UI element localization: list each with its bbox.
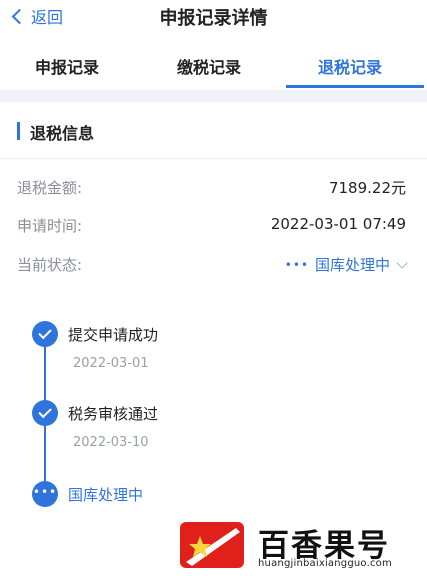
refund-amount-value: 7189.22元: [328, 179, 406, 197]
step-current-icon: •••: [32, 481, 58, 507]
page-title: 申报记录详情: [159, 8, 268, 29]
active-tab-indicator: [286, 85, 424, 88]
status-label: 当前状态:: [17, 256, 83, 274]
tab-refund-records[interactable]: 退税记录: [318, 54, 382, 78]
tab-separator: [0, 90, 427, 102]
refund-amount-label: 退税金额:: [17, 179, 83, 197]
chevron-down-icon: [396, 256, 408, 269]
check-icon: [38, 325, 52, 340]
step-title: 税务审核通过: [68, 405, 159, 423]
divider: [0, 158, 427, 159]
step-date: 2022-03-10: [73, 435, 149, 450]
apply-time-label: 申请时间:: [17, 217, 83, 235]
navigation-bar: 返回 申报记录详情: [0, 0, 427, 38]
step-title: 提交申请成功: [68, 326, 159, 344]
section-title: 退税信息: [30, 124, 95, 143]
watermark-url: huangjinbaixiangguo.com: [258, 558, 392, 569]
ellipsis-icon: •••: [32, 485, 58, 499]
status-dropdown[interactable]: ••• 国库处理中: [284, 254, 408, 275]
apply-time-value: 2022-03-01 07:49: [270, 215, 406, 233]
step-title-current: 国库处理中: [68, 486, 144, 504]
step-date: 2022-03-01: [73, 356, 149, 371]
check-icon: [38, 404, 52, 419]
watermark: 百香果号 huangjinbaixiangguo.com: [180, 520, 415, 572]
watermark-logo-icon: [180, 522, 244, 568]
status-value: 国库处理中: [314, 256, 390, 274]
step-done-icon: [32, 400, 58, 426]
tab-tax-payment-records[interactable]: 缴税记录: [177, 54, 241, 78]
tab-declaration-records[interactable]: 申报记录: [35, 54, 99, 78]
section-marker: [17, 122, 20, 140]
step-done-icon: [32, 321, 58, 347]
ellipsis-icon: •••: [284, 257, 309, 272]
refund-info-panel: [0, 102, 427, 576]
tab-bar: 申报记录 缴税记录 退税记录: [0, 38, 427, 90]
